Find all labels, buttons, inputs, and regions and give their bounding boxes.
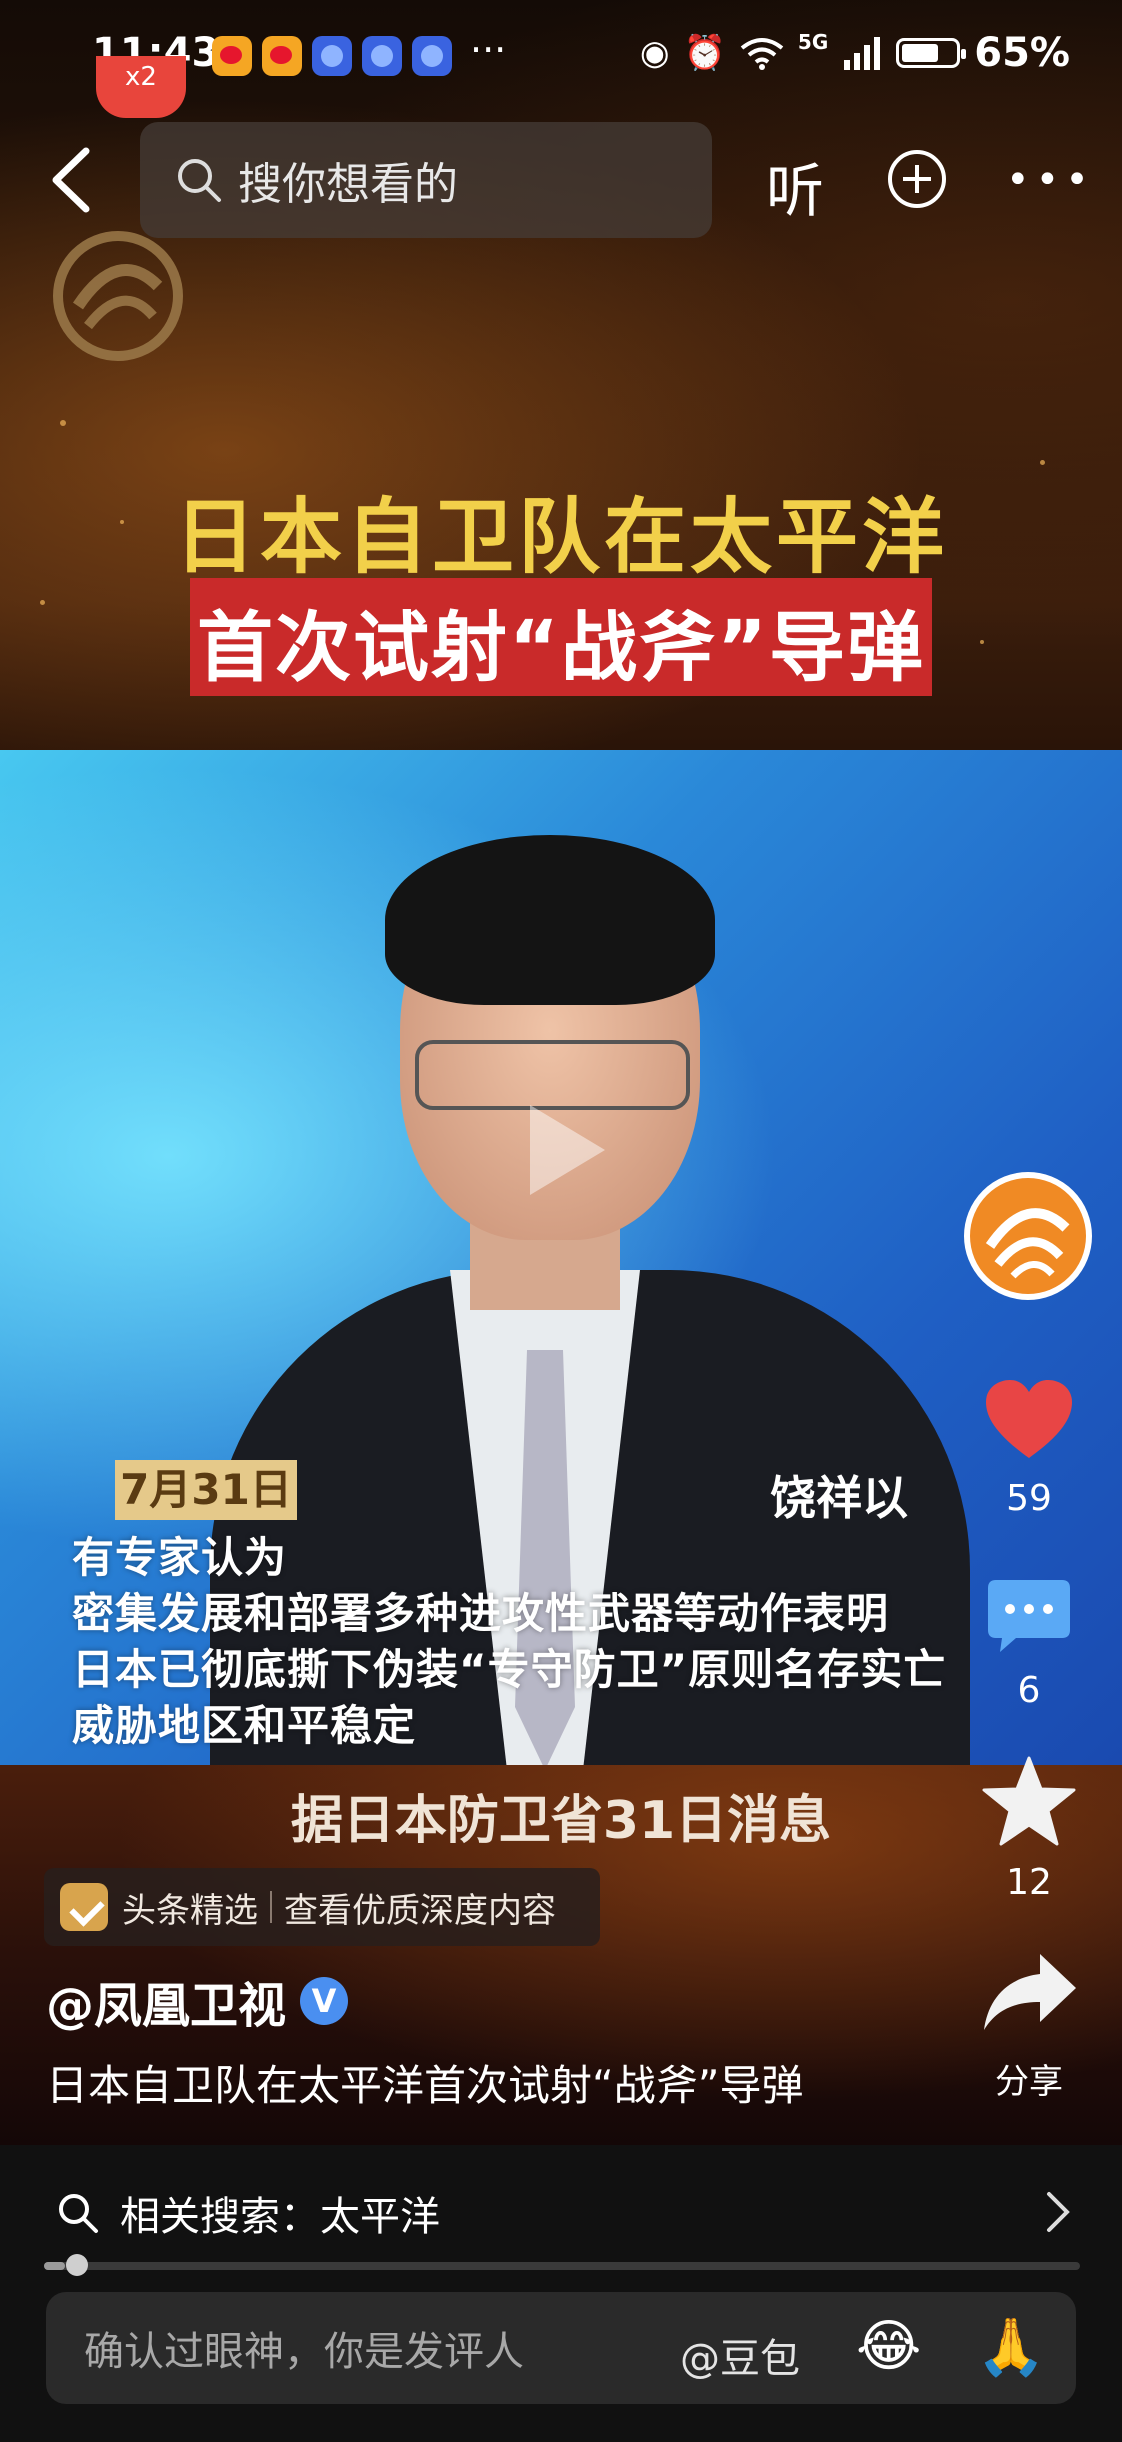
battery-level: 65% bbox=[974, 30, 1070, 76]
promo-link: 查看优质深度内容 bbox=[284, 1890, 556, 1931]
play-icon[interactable] bbox=[520, 1100, 610, 1200]
headline-line-1: 日本自卫队在太平洋 bbox=[173, 490, 948, 585]
verified-icon: V bbox=[300, 1977, 349, 2025]
speed-badge[interactable]: x2 bbox=[96, 56, 186, 118]
author-handle[interactable]: @凤凰卫视 V bbox=[46, 1966, 349, 2036]
search-icon bbox=[59, 2194, 98, 2233]
anchor-hair bbox=[385, 835, 715, 1005]
more-icon[interactable]: ••• bbox=[1006, 160, 1095, 200]
headline-line-2: 首次试射“战斧”导弹 bbox=[197, 603, 925, 692]
sparkle bbox=[1040, 460, 1045, 465]
laughing-emoji-icon[interactable]: 😂 bbox=[856, 2314, 921, 2379]
search-input[interactable]: 搜你想看的 bbox=[140, 122, 712, 238]
promo-source: 头条精选 bbox=[122, 1890, 258, 1931]
signal-icon bbox=[844, 37, 881, 70]
author-avatar[interactable] bbox=[964, 1172, 1092, 1300]
comment-input[interactable]: 确认过眼神，你是发评人 @豆包 😂 🙏 bbox=[46, 2292, 1076, 2404]
notification-icons bbox=[212, 36, 452, 76]
toutiao-icon bbox=[60, 1883, 108, 1931]
app-notification-icon bbox=[362, 36, 402, 76]
add-circle-icon[interactable] bbox=[886, 148, 948, 210]
author-name: @凤凰卫视 bbox=[46, 1978, 287, 2034]
sparkle bbox=[980, 640, 984, 644]
subtitle-block: 有专家认为 密集发展和部署多种进攻性武器等动作表明 日本已彻底撕下伪装“专守防卫… bbox=[72, 1530, 946, 1754]
subtitle-line: 威胁地区和平稳定 bbox=[72, 1701, 417, 1750]
reporter-name: 饶祥以 bbox=[770, 1471, 908, 1525]
weibo-icon bbox=[262, 36, 302, 76]
mention-doubao-button[interactable]: @豆包 bbox=[680, 2326, 800, 2384]
subtitle-line: 有专家认为 bbox=[72, 1533, 288, 1582]
chevron-right-icon bbox=[1047, 2192, 1070, 2232]
video-progress-track[interactable] bbox=[44, 2262, 1080, 2270]
app-notification-icon bbox=[412, 36, 452, 76]
app-notification-icon bbox=[312, 36, 352, 76]
back-arrow-icon[interactable] bbox=[44, 145, 100, 215]
promo-divider bbox=[270, 1891, 272, 1923]
status-more: ··· bbox=[470, 28, 507, 72]
subtitle-line: 密集发展和部署多种进攻性武器等动作表明 bbox=[72, 1589, 890, 1638]
video-title: 日本自卫队在太平洋首次试射“战斧”导弹 bbox=[46, 2061, 804, 2110]
subtitle-line: 日本已彻底撕下伪装“专守防卫”原则名存实亡 bbox=[72, 1645, 947, 1694]
network-type: 5G bbox=[797, 30, 829, 54]
sparkle bbox=[60, 420, 66, 426]
alarm-icon: ⏰ bbox=[683, 33, 726, 73]
like-count: 59 bbox=[1006, 1478, 1052, 1519]
status-right: ◉ ⏰ 5G 65% bbox=[640, 30, 1070, 76]
phoenix-logo-icon bbox=[53, 231, 183, 361]
heart-icon[interactable] bbox=[984, 1378, 1074, 1460]
search-placeholder: 搜你想看的 bbox=[238, 159, 458, 210]
star-icon[interactable] bbox=[982, 1756, 1076, 1846]
comment-count: 6 bbox=[1017, 1670, 1041, 1711]
wifi-icon bbox=[740, 38, 784, 70]
comment-icon[interactable] bbox=[986, 1578, 1072, 1656]
search-icon bbox=[178, 159, 221, 202]
hd-icon: ◉ bbox=[639, 33, 670, 73]
comment-placeholder: 确认过眼神，你是发评人 bbox=[84, 2329, 524, 2375]
related-search-text: 相关搜索：太平洋 bbox=[120, 2194, 440, 2240]
video-progress-fill bbox=[44, 2262, 65, 2270]
favorite-count: 12 bbox=[1006, 1862, 1052, 1903]
share-icon[interactable] bbox=[982, 1950, 1078, 2034]
weibo-icon bbox=[212, 36, 252, 76]
phoenix-logo-icon bbox=[970, 1178, 1086, 1294]
share-label: 分享 bbox=[995, 2062, 1063, 2102]
praying-hands-emoji-icon[interactable]: 🙏 bbox=[976, 2314, 1046, 2380]
listen-button[interactable]: 听 bbox=[766, 144, 824, 228]
video-progress-handle[interactable] bbox=[66, 2254, 88, 2276]
news-caption: 据日本防卫省31日消息 bbox=[290, 1791, 832, 1851]
related-search-bar[interactable]: 相关搜索：太平洋 bbox=[0, 2160, 1122, 2266]
date-tag: 7月31日 bbox=[115, 1460, 297, 1520]
sparkle bbox=[40, 600, 45, 605]
battery-icon bbox=[896, 38, 967, 68]
promo-chip[interactable]: 头条精选 查看优质深度内容 bbox=[44, 1868, 600, 1946]
